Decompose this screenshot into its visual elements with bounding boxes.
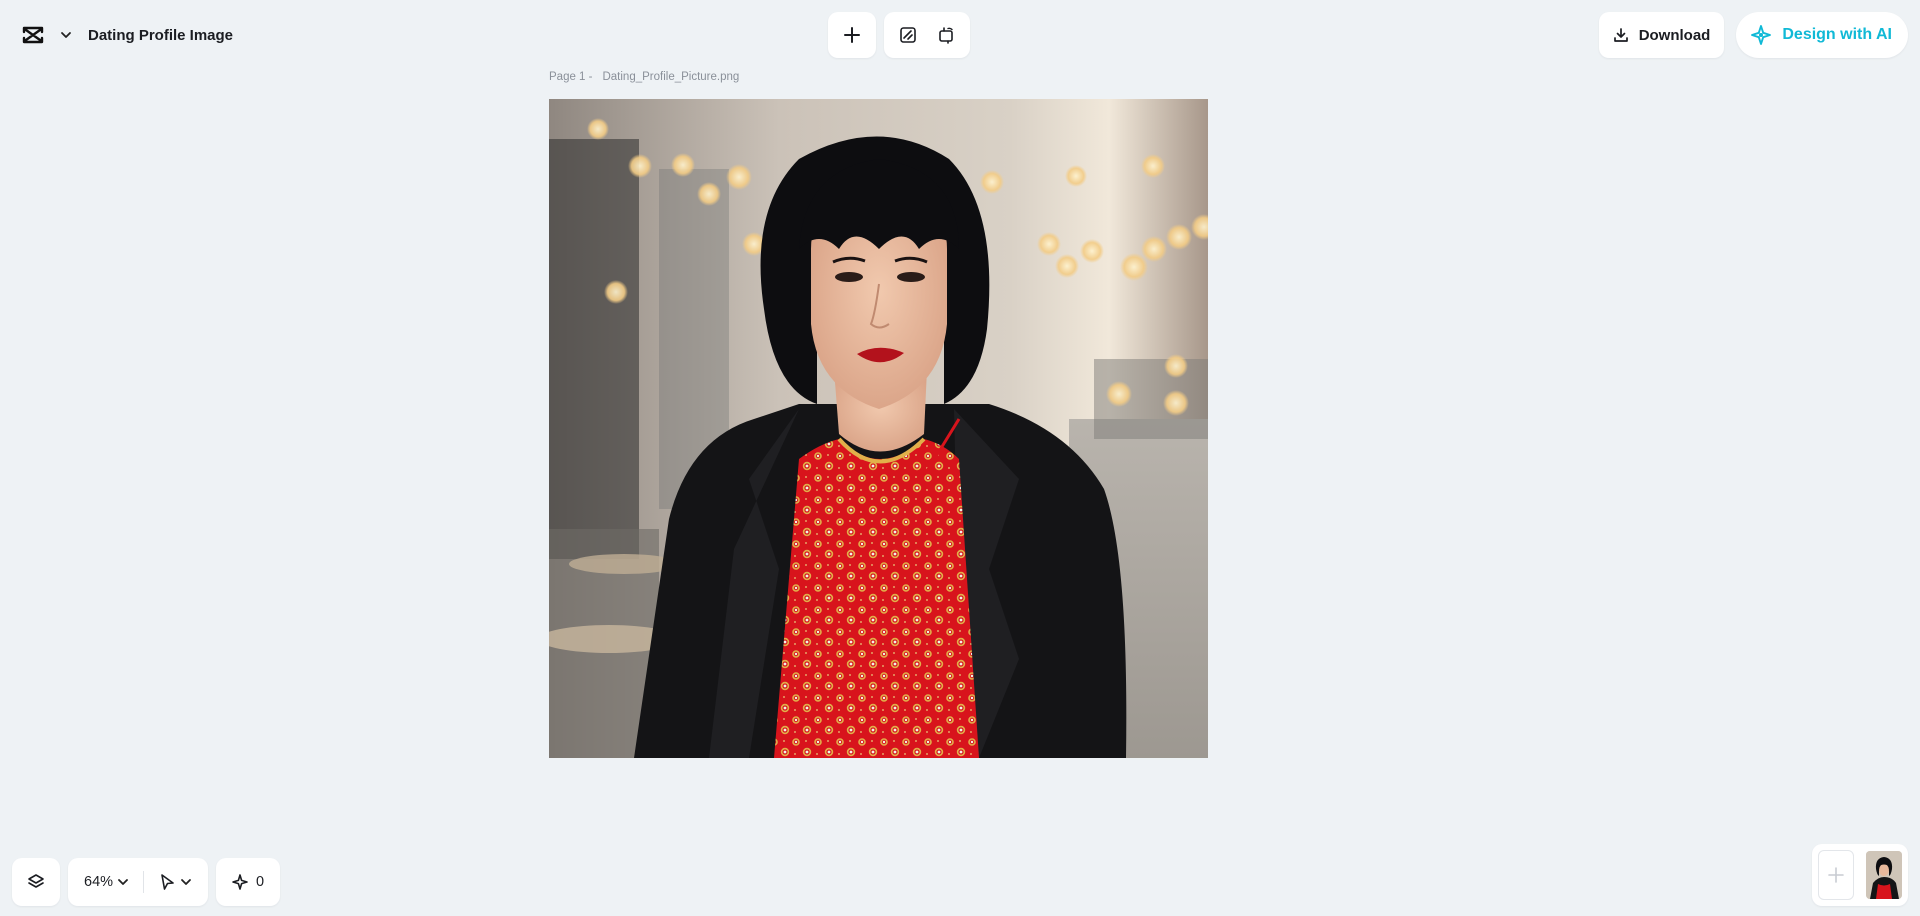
add-element-button[interactable] [828, 12, 876, 58]
plus-icon [1828, 867, 1844, 883]
cursor-icon [161, 874, 174, 890]
page-number-label: Page 1 - [549, 71, 593, 83]
ai-credits-button[interactable]: 0 [216, 858, 281, 906]
chevron-down-icon [181, 879, 191, 885]
layers-icon [28, 874, 44, 888]
crop-rotate-icon[interactable] [929, 18, 963, 52]
menu-chevron-down-icon[interactable] [56, 25, 76, 45]
chevron-down-icon [118, 879, 128, 885]
download-label: Download [1638, 26, 1711, 44]
design-with-ai-label: Design with AI [1782, 26, 1892, 43]
credits-count: 0 [256, 874, 265, 890]
document-header: Dating Profile Image [8, 12, 245, 58]
page-label: Page 1 - Dating_Profile_Picture.png [549, 71, 739, 83]
ai-sparkle-icon [1751, 25, 1772, 45]
zoom-dropdown[interactable]: 64% [84, 874, 129, 890]
sparkle-icon [232, 874, 248, 890]
layers-button[interactable] [12, 858, 60, 906]
plus-icon [844, 27, 860, 43]
pointer-tool-dropdown[interactable] [158, 873, 198, 891]
capcut-logo-icon[interactable] [14, 16, 52, 54]
page-thumbnail[interactable] [1866, 851, 1902, 899]
zoom-and-pointer-group: 64% [68, 858, 209, 906]
image-tools-group [884, 12, 970, 58]
design-with-ai-button[interactable]: Design with AI [1736, 12, 1908, 58]
download-button[interactable]: Download [1598, 12, 1725, 58]
document-title[interactable]: Dating Profile Image [88, 27, 233, 44]
top-actions: Download Design with AI [1598, 12, 1908, 58]
bottom-controls: 64% 0 [12, 858, 281, 906]
divider [143, 871, 145, 893]
canvas-toolbar [828, 12, 970, 58]
file-name-label[interactable]: Dating_Profile_Picture.png [602, 71, 739, 83]
download-icon [1613, 28, 1628, 42]
canvas-page[interactable] [549, 99, 1208, 758]
edit-image-icon[interactable] [891, 18, 925, 52]
portrait-photo [549, 99, 1208, 758]
zoom-level: 64% [84, 874, 114, 890]
editor-app: Dating Profile Image Download Design wit… [0, 0, 1920, 916]
add-page-button[interactable] [1818, 850, 1854, 900]
page-thumbnails [1812, 844, 1908, 906]
